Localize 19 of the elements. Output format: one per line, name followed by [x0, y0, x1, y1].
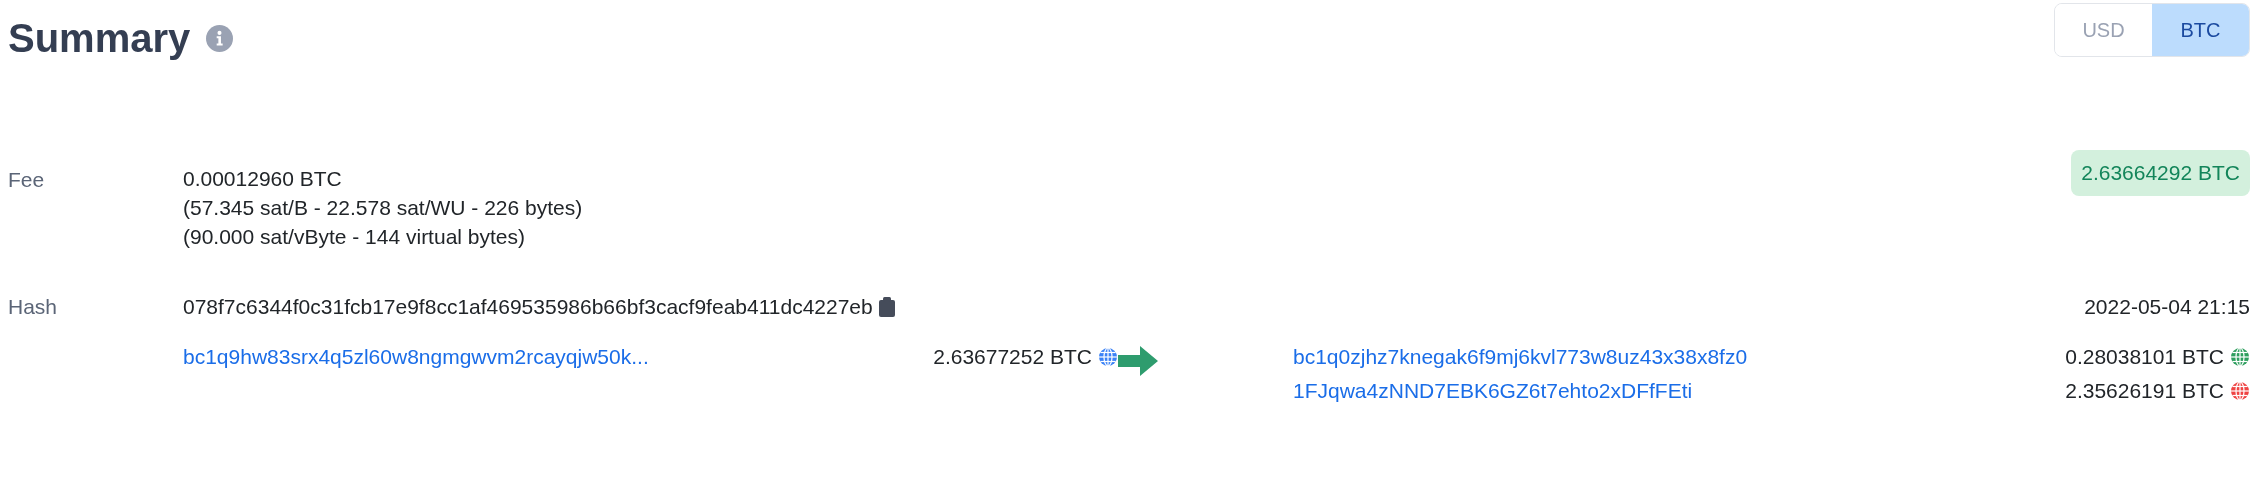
fee-label: Fee — [8, 167, 46, 193]
hash-label: Hash — [8, 294, 59, 320]
arrow-right-icon — [1118, 345, 1158, 376]
input-amount: 2.63677252 BTC — [933, 343, 1092, 370]
info-icon[interactable] — [206, 24, 234, 52]
timestamp: 2022-05-04 21:15 — [2084, 294, 2250, 320]
output-amount: 2.35626191 BTC — [2065, 377, 2224, 404]
output-address-link[interactable]: 1FJqwa4zNND7EBK6GZ6t7ehto2xDFfFEti — [1293, 374, 1693, 407]
fee-detail: (90.000 sat/vByte - 144 virtual bytes) — [183, 224, 526, 250]
input-address-link[interactable]: bc1q9hw83srx4q5zl60w8ngmgwvm2rcayqjw50k... — [183, 340, 649, 373]
page-title: Summary — [8, 15, 191, 62]
output-address-link[interactable]: bc1q0zjhz7knegak6f9mj6kvl773w8uz43x38x8fz0 — [1293, 340, 1748, 373]
output-amount: 0.28038101 BTC — [2065, 343, 2224, 370]
transaction-hash: 078f7c6344f0c31fcb17e9f8cc1af469535986b66bf3cacf9feab411dc4227eb — [183, 294, 873, 320]
fee-detail: 0.00012960 BTC — [183, 166, 343, 192]
fee-detail: (57.345 sat/B - 22.578 sat/WU - 226 bytes) — [183, 195, 583, 221]
clipboard-icon[interactable] — [878, 296, 895, 317]
total-amount-badge: 2.63664292 BTC — [2071, 150, 2250, 196]
currency-toggle-option[interactable]: BTC — [2152, 4, 2249, 56]
